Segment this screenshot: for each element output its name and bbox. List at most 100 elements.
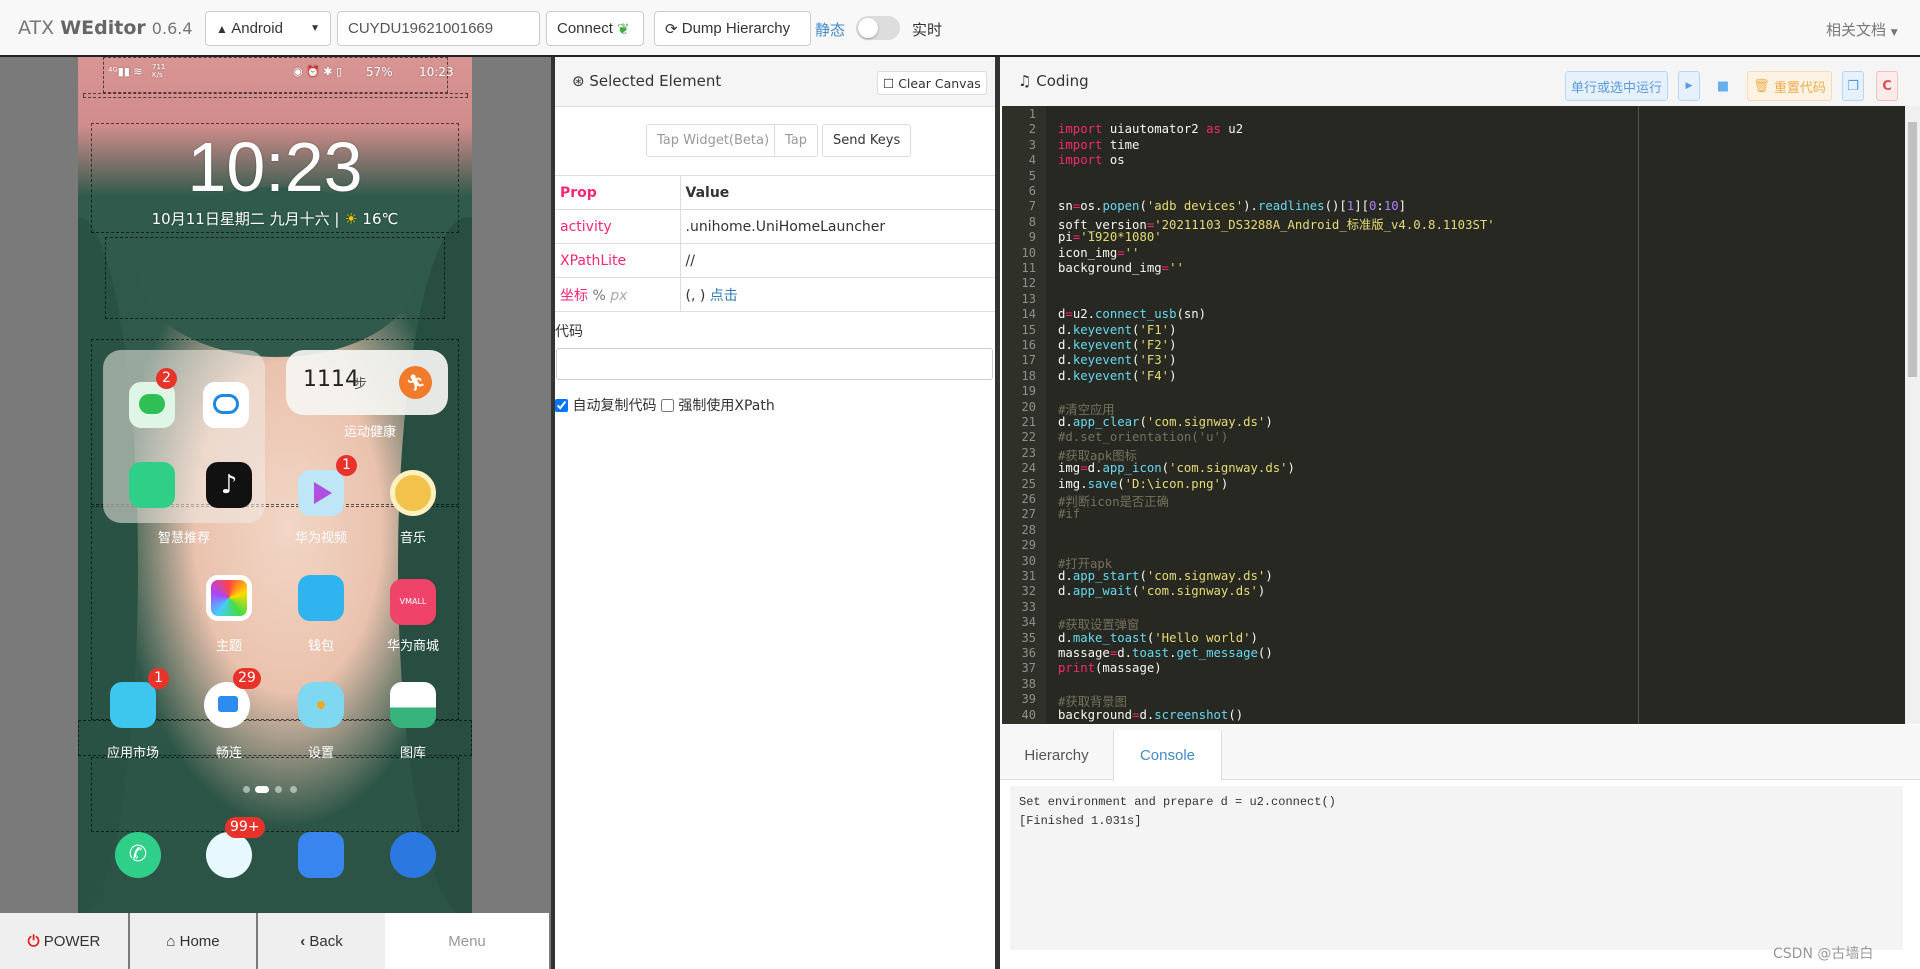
device-panel: ⁴ᴳ▮▮ ≋ 711 K/s ◉ ⏰ ✱ ▯ 57% 10:23 10:23 1… bbox=[0, 57, 551, 969]
realtime-toggle[interactable] bbox=[856, 16, 900, 40]
code-line: d.keyevent('F2') bbox=[1058, 338, 1176, 352]
code-token: 'D:\icon.png' bbox=[1124, 476, 1221, 491]
platform-select[interactable]: ▲ Android ▼ bbox=[205, 11, 331, 46]
code-token: = bbox=[1065, 307, 1073, 322]
gallery-icon[interactable] bbox=[390, 682, 436, 728]
tab-hierarchy[interactable]: Hierarchy bbox=[1000, 730, 1113, 780]
code-editor[interactable]: 1 2 3 4 5 6 7 8 9 10 11 12 13 14 15 16 17 18 19 20 21 22 23 24 2… bbox=[1002, 106, 1920, 724]
date-weather: 10月11日星期二 九月十六 | ☀ 16℃ bbox=[151, 210, 399, 228]
code-token: ) bbox=[1169, 338, 1177, 352]
stop-button[interactable]: ■ bbox=[1712, 71, 1734, 101]
status-signal: ⁴ᴳ▮▮ ≋ bbox=[108, 65, 143, 78]
code-token: d. bbox=[1087, 461, 1103, 476]
prop-value: (, ) 点击 bbox=[680, 277, 995, 312]
back-button[interactable]: ‹ Back bbox=[258, 913, 385, 969]
code-token: 'com.signway.ds' bbox=[1139, 584, 1258, 599]
vmall-icon[interactable]: VMALL bbox=[390, 579, 436, 625]
connect-button[interactable]: Connect ❦ bbox=[546, 11, 644, 46]
tap-button[interactable]: Tap bbox=[774, 124, 819, 157]
contacts-icon[interactable] bbox=[298, 832, 344, 878]
tab-console[interactable]: Console bbox=[1113, 730, 1222, 781]
code-token: import bbox=[1058, 137, 1103, 152]
steps-widget[interactable]: 1114 步 🏃︎ bbox=[286, 350, 448, 415]
code-token: ) bbox=[1220, 476, 1229, 491]
music-icon[interactable] bbox=[390, 470, 436, 516]
lock-clock: 10:23 bbox=[187, 128, 363, 206]
code-line: import time bbox=[1058, 138, 1139, 152]
play-icon: ▶ bbox=[1685, 81, 1693, 91]
code-token: 'com.signway.ds' bbox=[1169, 461, 1288, 476]
auto-copy-checkbox[interactable] bbox=[555, 398, 568, 412]
tap-widget-button[interactable]: Tap Widget(Beta) bbox=[646, 124, 781, 157]
wallet-icon[interactable] bbox=[298, 575, 344, 621]
code-token: os bbox=[1102, 153, 1125, 168]
copy-button[interactable]: ❐ bbox=[1842, 71, 1864, 101]
wechat-icon bbox=[129, 382, 175, 428]
code-token: d. bbox=[1058, 353, 1073, 368]
docs-dropdown[interactable]: 相关文档 ▼ bbox=[1826, 19, 1898, 40]
code-token: d. bbox=[1058, 569, 1073, 583]
wechat-badge: 2 bbox=[156, 368, 177, 389]
code-token: d. bbox=[1058, 415, 1073, 429]
reset-code-button[interactable]: 🗑︎ 重置代码 bbox=[1747, 71, 1832, 101]
table-row: activity .unihome.UniHomeLauncher bbox=[555, 209, 995, 244]
table-row: XPathLite// bbox=[555, 243, 995, 278]
top-bar: ATX WEditor 0.6.4 ▲ Android▼ Connect ❦ ⟳… bbox=[0, 0, 1920, 57]
code-token: make_toast bbox=[1072, 630, 1147, 645]
status-time: 10:23 bbox=[419, 65, 454, 79]
code-token: #d.set_orientation('u') bbox=[1058, 430, 1229, 445]
code-line: print(massage) bbox=[1058, 661, 1162, 675]
editor-scrollbar[interactable] bbox=[1905, 106, 1920, 724]
clear-canvas-button[interactable]: ☐ Clear Canvas bbox=[877, 71, 987, 95]
themes-icon[interactable] bbox=[206, 575, 252, 621]
phone-icon[interactable]: ✆ bbox=[115, 832, 161, 878]
code-token: keyevent bbox=[1072, 368, 1133, 383]
run-line-button[interactable]: 单行或选中运行 bbox=[1565, 71, 1668, 101]
code-token: ) bbox=[1257, 584, 1266, 599]
run-button[interactable]: ▶ bbox=[1678, 71, 1700, 101]
code-token: background_img bbox=[1058, 261, 1162, 275]
reload-button[interactable]: C bbox=[1876, 71, 1898, 101]
click-coord-link[interactable]: 点击 bbox=[710, 288, 738, 304]
code-line: d.keyevent('F4') bbox=[1058, 369, 1176, 383]
code-token: 'com.signway.ds' bbox=[1146, 569, 1266, 583]
percent-unit-toggle[interactable]: % bbox=[592, 288, 605, 304]
code-line: background_img='' bbox=[1058, 261, 1184, 275]
code-input[interactable] bbox=[556, 348, 993, 380]
app-market-icon[interactable] bbox=[110, 682, 156, 728]
checkbox-icon: ☐ bbox=[883, 75, 895, 91]
messages-icon[interactable] bbox=[206, 832, 252, 878]
code-token: (massage) bbox=[1095, 661, 1162, 676]
code-line: background=d.screenshot() bbox=[1058, 708, 1243, 722]
device-screen[interactable]: ⁴ᴳ▮▮ ≋ 711 K/s ◉ ⏰ ✱ ▯ 57% 10:23 10:23 1… bbox=[78, 57, 472, 913]
power-button[interactable]: ⏻ POWER bbox=[0, 913, 128, 969]
code-token: readlines bbox=[1257, 199, 1325, 214]
code-token: icon_img bbox=[1058, 245, 1118, 260]
code-token: 'Hello world' bbox=[1154, 630, 1251, 645]
code-token: massage bbox=[1058, 646, 1110, 660]
home-button[interactable]: ⌂ Home bbox=[130, 913, 256, 969]
code-token: ( bbox=[1139, 569, 1147, 583]
code-token: toast bbox=[1132, 646, 1170, 660]
settings-icon[interactable] bbox=[298, 682, 344, 728]
code-token: get_message bbox=[1176, 646, 1258, 660]
dump-hierarchy-button[interactable]: ⟳ Dump Hierarchy bbox=[654, 11, 811, 46]
huawei-video-icon[interactable] bbox=[298, 470, 344, 516]
menu-button[interactable]: Menu bbox=[385, 913, 549, 969]
smart-folder[interactable]: 2 ♪ bbox=[103, 350, 265, 523]
serial-input[interactable] bbox=[337, 11, 540, 46]
code-token: import bbox=[1058, 153, 1103, 168]
px-unit-toggle[interactable]: px bbox=[610, 288, 627, 304]
send-keys-button[interactable]: Send Keys bbox=[822, 124, 912, 157]
scrollbar-thumb[interactable] bbox=[1908, 122, 1917, 377]
code-content[interactable]: import uiautomator2 as u2 import time impo… bbox=[1002, 106, 1902, 724]
browser-icon[interactable] bbox=[390, 832, 436, 878]
code-token: ) bbox=[1250, 630, 1258, 645]
watermark: CSDN @古墙白 bbox=[1773, 946, 1874, 962]
force-xpath-checkbox[interactable] bbox=[660, 398, 674, 412]
table-row: 坐标 % px (, ) 点击 bbox=[555, 277, 995, 312]
code-token: d. bbox=[1139, 707, 1155, 722]
code-token: 'F3' bbox=[1139, 353, 1170, 368]
refresh-icon: ⟳ bbox=[665, 20, 678, 38]
code-line: import uiautomator2 as u2 bbox=[1058, 122, 1243, 136]
